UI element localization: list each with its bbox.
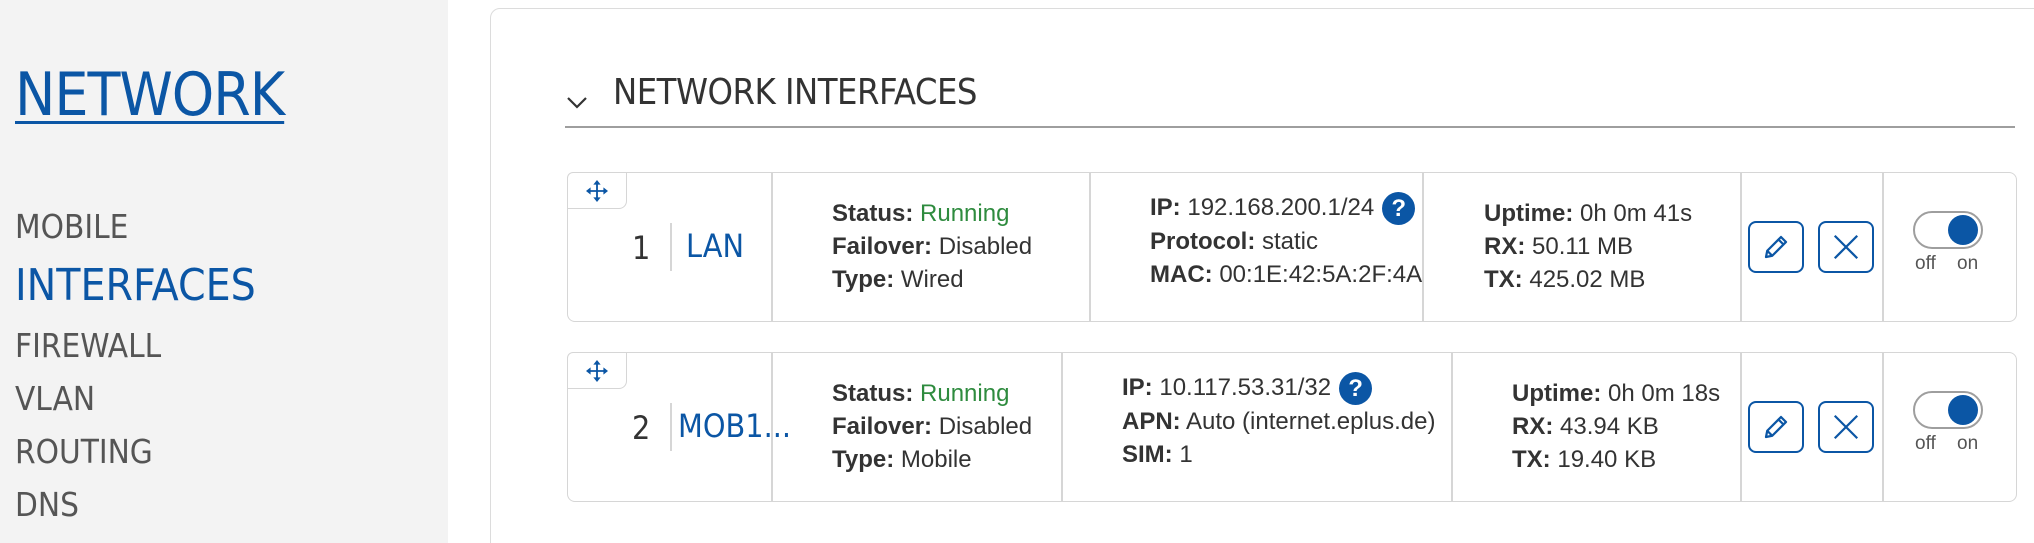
delete-button[interactable] bbox=[1818, 401, 1874, 453]
sim-value: 1 bbox=[1179, 441, 1193, 469]
edit-button[interactable] bbox=[1748, 221, 1804, 273]
toggle-on-label: on bbox=[1957, 253, 1979, 274]
ip-value: 192.168.200.1/24 bbox=[1187, 194, 1375, 221]
toggle-off-label: off bbox=[1915, 253, 1936, 274]
toggle-knob bbox=[1948, 395, 1978, 425]
row-index: 2 bbox=[632, 409, 651, 447]
sidebar-nav: MOBILE INTERFACES FIREWALL VLAN ROUTING … bbox=[15, 200, 256, 531]
divider bbox=[771, 353, 773, 501]
move-icon bbox=[586, 179, 608, 202]
divider bbox=[670, 403, 672, 451]
failover-label: Failover: bbox=[832, 233, 933, 260]
divider bbox=[1089, 173, 1091, 321]
rx-label: RX: bbox=[1484, 233, 1526, 260]
rx-label: RX: bbox=[1512, 413, 1554, 440]
rx-value: 43.94 KB bbox=[1560, 413, 1659, 440]
mac-value: 00:1E:42:5A:2F:4A bbox=[1219, 261, 1423, 289]
section-title: NETWORK INTERFACES bbox=[613, 72, 978, 113]
interface-row-lan: 1 LAN Status: Running Failover: Disabled… bbox=[567, 172, 2017, 322]
interface-name-link[interactable]: MOB1... bbox=[678, 407, 791, 445]
help-icon[interactable]: ? bbox=[1339, 372, 1373, 406]
sidebar-item-vlan[interactable]: VLAN bbox=[15, 372, 256, 425]
status-value: Running bbox=[920, 200, 1010, 227]
row-index: 1 bbox=[632, 229, 651, 267]
type-label: Type: bbox=[832, 446, 895, 473]
sidebar: NETWORK MOBILE INTERFACES FIREWALL VLAN … bbox=[0, 0, 448, 543]
help-icon[interactable]: ? bbox=[1382, 192, 1416, 226]
type-value: Mobile bbox=[900, 446, 972, 473]
sidebar-item-interfaces[interactable]: INTERFACES bbox=[15, 253, 256, 319]
traffic-block: Uptime: 0h 0m 41s RX: 50.11 MB TX: 425.0… bbox=[1484, 197, 1692, 296]
pencil-icon bbox=[1764, 415, 1788, 439]
tx-label: TX: bbox=[1484, 266, 1523, 293]
interface-row-mob1: 2 MOB1... Status: Running Failover: Disa… bbox=[567, 352, 2017, 502]
ip-value: 10.117.53.31/32 bbox=[1159, 374, 1332, 401]
failover-label: Failover: bbox=[832, 413, 933, 440]
divider bbox=[1422, 173, 1424, 321]
sidebar-item-firewall[interactable]: FIREWALL bbox=[15, 319, 256, 372]
toggle-on-label: on bbox=[1957, 433, 1979, 454]
delete-button[interactable] bbox=[1818, 221, 1874, 273]
divider bbox=[1061, 353, 1063, 501]
drag-handle[interactable] bbox=[567, 352, 627, 389]
sim-label: SIM: bbox=[1122, 441, 1173, 469]
protocol-value: static bbox=[1262, 228, 1319, 256]
move-icon bbox=[586, 359, 608, 382]
tx-value: 19.40 KB bbox=[1557, 446, 1657, 473]
ip-block: IP: 192.168.200.1/24? Protocol: static M… bbox=[1150, 191, 1422, 291]
toggle-off-label: off bbox=[1915, 433, 1936, 454]
divider bbox=[670, 223, 672, 271]
uptime-label: Uptime: bbox=[1484, 200, 1574, 227]
traffic-block: Uptime: 0h 0m 18s RX: 43.94 KB TX: 19.40… bbox=[1512, 377, 1720, 476]
section-header: NETWORK INTERFACES bbox=[565, 68, 2015, 128]
status-block: Status: Running Failover: Disabled Type:… bbox=[832, 377, 1032, 476]
uptime-label: Uptime: bbox=[1512, 380, 1602, 407]
failover-value: Disabled bbox=[938, 233, 1033, 260]
toggle-knob bbox=[1948, 215, 1978, 245]
mac-label: MAC: bbox=[1150, 261, 1213, 289]
divider bbox=[1882, 353, 1884, 501]
ip-label: IP: bbox=[1122, 374, 1153, 401]
status-label: Status: bbox=[832, 380, 914, 407]
close-icon bbox=[1833, 234, 1859, 260]
apn-value: Auto (internet.eplus.de) bbox=[1186, 408, 1436, 436]
sidebar-item-mobile[interactable]: MOBILE bbox=[15, 200, 256, 253]
type-value: Wired bbox=[900, 266, 964, 293]
uptime-value: 0h 0m 41s bbox=[1580, 200, 1693, 227]
edit-button[interactable] bbox=[1748, 401, 1804, 453]
failover-value: Disabled bbox=[938, 413, 1033, 440]
uptime-value: 0h 0m 18s bbox=[1608, 380, 1721, 407]
sidebar-item-dns[interactable]: DNS bbox=[15, 478, 256, 531]
pencil-icon bbox=[1764, 235, 1788, 259]
interface-name-link[interactable]: LAN bbox=[686, 227, 744, 265]
status-label: Status: bbox=[832, 200, 914, 227]
tx-value: 425.02 MB bbox=[1529, 266, 1646, 293]
divider bbox=[771, 173, 773, 321]
status-block: Status: Running Failover: Disabled Type:… bbox=[832, 197, 1032, 296]
protocol-label: Protocol: bbox=[1150, 228, 1256, 256]
type-label: Type: bbox=[832, 266, 895, 293]
drag-handle[interactable] bbox=[567, 172, 627, 209]
ip-block: IP: 10.117.53.31/32? APN: Auto (internet… bbox=[1122, 371, 1436, 471]
enable-toggle[interactable] bbox=[1913, 391, 1983, 429]
apn-label: APN: bbox=[1122, 408, 1181, 436]
sidebar-item-routing[interactable]: ROUTING bbox=[15, 425, 256, 478]
divider bbox=[1451, 353, 1453, 501]
tx-label: TX: bbox=[1512, 446, 1551, 473]
chevron-down-icon[interactable] bbox=[565, 90, 589, 114]
status-value: Running bbox=[920, 380, 1010, 407]
close-icon bbox=[1833, 414, 1859, 440]
enable-toggle[interactable] bbox=[1913, 211, 1983, 249]
divider bbox=[1882, 173, 1884, 321]
divider bbox=[1740, 173, 1742, 321]
divider bbox=[1740, 353, 1742, 501]
sidebar-title[interactable]: NETWORK bbox=[15, 60, 285, 130]
rx-value: 50.11 MB bbox=[1532, 233, 1633, 260]
ip-label: IP: bbox=[1150, 194, 1181, 221]
